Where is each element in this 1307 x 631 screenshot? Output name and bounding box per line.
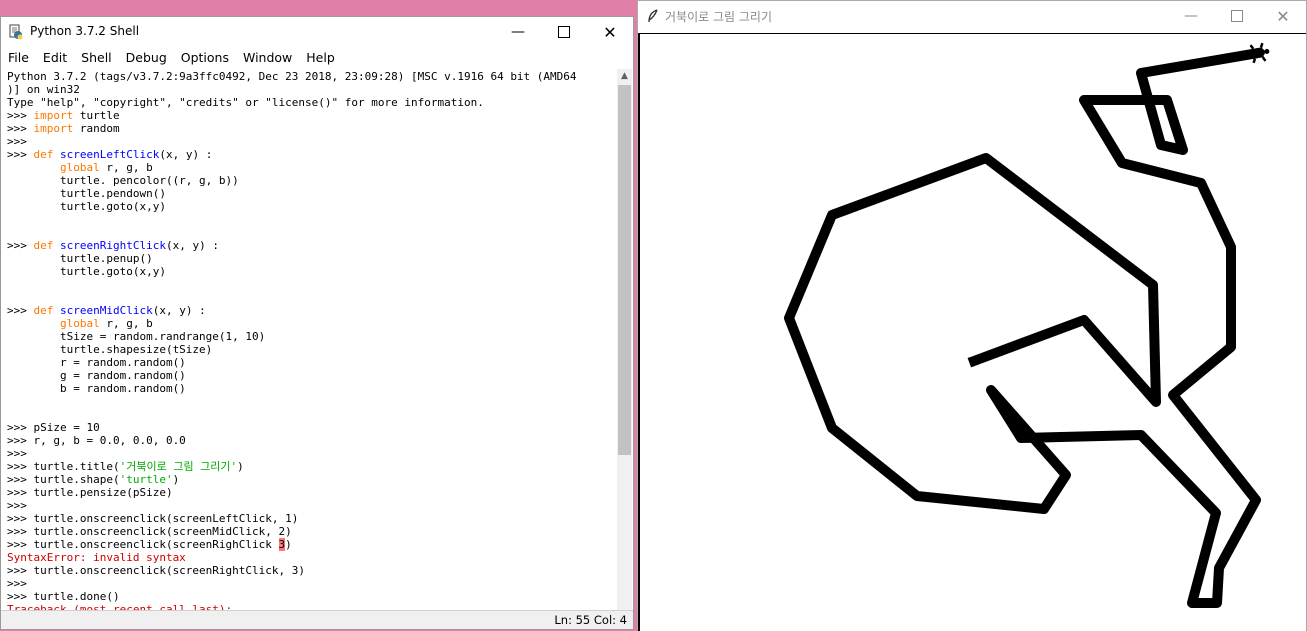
- close-button[interactable]: ✕: [587, 17, 633, 47]
- turtle-window: 거북이로 그림 그리기 — ✕: [637, 0, 1307, 631]
- idle-title-bar[interactable]: Python 3.7.2 Shell — ✕: [1, 17, 633, 47]
- turtle-close-button[interactable]: ✕: [1260, 1, 1306, 31]
- shell-line: >>> import random: [7, 122, 120, 135]
- shell-line: >>>: [7, 135, 27, 148]
- shell-line: turtle. pencolor((r, g, b)): [7, 174, 239, 187]
- shell-line: Type "help", "copyright", "credits" or "…: [7, 96, 484, 109]
- shell-line: b = random.random(): [7, 382, 186, 395]
- pen-stroke: [784, 47, 1264, 608]
- idle-menu-bar: File Edit Shell Debug Options Window Hel…: [1, 47, 633, 67]
- cursor-position: Ln: 55 Col: 4: [554, 613, 627, 627]
- shell-line: >>> import turtle: [7, 109, 120, 122]
- shell-line: Python 3.7.2 (tags/v3.7.2:9a3ffc0492, De…: [7, 70, 577, 83]
- shell-line: turtle.pendown(): [7, 187, 166, 200]
- shell-text-area[interactable]: Python 3.7.2 (tags/v3.7.2:9a3ffc0492, De…: [2, 69, 616, 625]
- shell-line: >>> turtle.shape('turtle'): [7, 473, 180, 486]
- turtle-maximize-button[interactable]: [1214, 1, 1260, 31]
- idle-title: Python 3.7.2 Shell: [30, 24, 140, 38]
- shell-line: >>> pSize = 10: [7, 421, 100, 434]
- turtle-minimize-button[interactable]: —: [1168, 1, 1214, 31]
- shell-line: >>> def screenMidClick(x, y) :: [7, 304, 206, 317]
- shell-line: SyntaxError: invalid syntax: [7, 551, 186, 564]
- shell-line: >>> turtle.onscreenclick(screenRightClic…: [7, 564, 306, 577]
- python-icon: [9, 24, 23, 40]
- shell-line: turtle.shapesize(tSize): [7, 343, 213, 356]
- shell-line: >>> turtle.onscreenclick(screenMidClick,…: [7, 525, 292, 538]
- shell-line: global r, g, b: [59, 161, 153, 174]
- turtle-title-bar[interactable]: 거북이로 그림 그리기 — ✕: [638, 1, 1306, 34]
- shell-line: >>> turtle.title('거북이로 그림 그리기'): [7, 460, 244, 473]
- shell-line: >>> r, g, b = 0.0, 0.0, 0.0: [7, 434, 186, 447]
- feather-icon: [648, 9, 658, 23]
- shell-line: >>> def screenRightClick(x, y) :: [7, 239, 219, 252]
- shell-line: >>> turtle.onscreenclick(screenRighClick…: [7, 538, 292, 551]
- turtle-drawing: [784, 42, 1270, 608]
- shell-line: r = random.random(): [7, 356, 186, 369]
- shell-line: turtle.penup(): [7, 252, 153, 265]
- shell-output[interactable]: Python 3.7.2 (tags/v3.7.2:9a3ffc0492, De…: [2, 69, 616, 616]
- shell-line: g = random.random(): [7, 369, 186, 382]
- menu-help[interactable]: Help: [306, 50, 335, 65]
- turtle-canvas[interactable]: [638, 34, 1306, 631]
- maximize-icon: [1231, 10, 1243, 22]
- menu-file[interactable]: File: [8, 50, 29, 65]
- idle-shell-window: Python 3.7.2 Shell — ✕ File Edit Shell D…: [0, 16, 634, 630]
- menu-debug[interactable]: Debug: [126, 50, 167, 65]
- shell-line: >>> def screenLeftClick(x, y) :: [7, 148, 213, 161]
- shell-line: >>>: [7, 447, 27, 460]
- close-icon: ✕: [603, 22, 617, 42]
- shell-line: >>> turtle.onscreenclick(screenLeftClick…: [7, 512, 299, 525]
- menu-shell[interactable]: Shell: [81, 50, 112, 65]
- shell-line: )] on win32: [7, 83, 80, 96]
- shell-line: tSize = random.randrange(1, 10): [7, 330, 266, 343]
- vertical-scrollbar[interactable]: ▲ ▼: [617, 69, 632, 625]
- shell-line: turtle.goto(x,y): [7, 265, 166, 278]
- status-bar: Ln: 55 Col: 4: [1, 610, 633, 629]
- maximize-icon: [558, 26, 570, 38]
- maximize-button[interactable]: [541, 17, 587, 47]
- menu-options[interactable]: Options: [181, 50, 229, 65]
- scrollbar-thumb[interactable]: [618, 85, 631, 455]
- menu-window[interactable]: Window: [243, 50, 292, 65]
- shell-line: >>>: [7, 499, 27, 512]
- minimize-icon: —: [1184, 8, 1198, 24]
- scroll-up-icon[interactable]: ▲: [617, 69, 632, 84]
- minimize-button[interactable]: —: [495, 17, 541, 47]
- close-icon: ✕: [1276, 6, 1290, 26]
- shell-line: >>> turtle.pensize(pSize): [7, 486, 173, 499]
- turtle-title: 거북이로 그림 그리기: [665, 10, 772, 24]
- menu-edit[interactable]: Edit: [43, 50, 67, 65]
- shell-line: >>>: [7, 577, 27, 590]
- shell-line: turtle.goto(x,y): [7, 200, 166, 213]
- shell-line: global r, g, b: [59, 317, 153, 330]
- minimize-icon: —: [511, 24, 525, 40]
- shell-line: >>> turtle.done(): [7, 590, 120, 603]
